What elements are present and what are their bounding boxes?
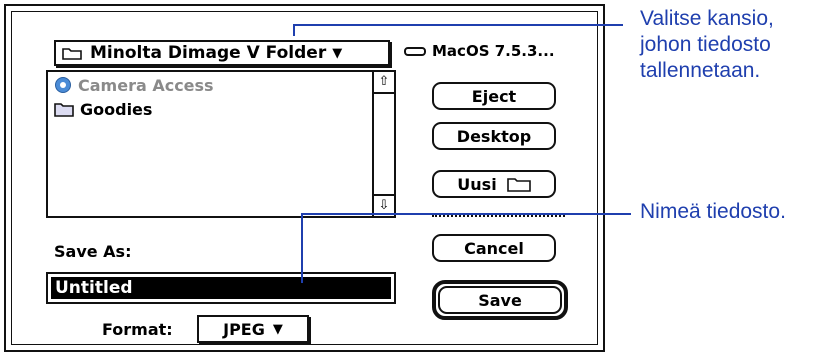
list-item[interactable]: Goodies [54, 98, 152, 120]
desktop-button-label: Desktop [456, 126, 532, 146]
folder-callout-leader [293, 24, 623, 26]
name-callout-leader-stub [301, 213, 303, 283]
name-callout: Nimeä tiedosto. [640, 200, 786, 223]
format-value: JPEG [223, 319, 265, 339]
new-folder-button[interactable]: Uusi [432, 170, 556, 198]
scroll-up-icon[interactable]: ⇧ [374, 72, 394, 94]
folder-popup-label: Minolta Dimage V Folder [90, 43, 327, 63]
chevron-down-icon: ▼ [272, 321, 283, 337]
folder-icon [506, 178, 531, 192]
list-item-label: Goodies [80, 99, 153, 119]
file-list[interactable]: Camera Access Goodies ⇧ ⇩ [46, 70, 396, 218]
format-popup[interactable]: JPEG ▼ [197, 315, 309, 343]
filename-input[interactable]: Untitled [46, 272, 396, 304]
disk-indicator: MacOS 7.5.3... [404, 42, 555, 60]
cancel-button-label: Cancel [464, 238, 524, 258]
list-item[interactable]: Camera Access [54, 74, 214, 96]
save-dialog: Minolta Dimage V Folder ▼ MacOS 7.5.3...… [4, 4, 605, 352]
new-folder-button-label: Uusi [457, 174, 497, 194]
name-callout-leader [301, 213, 631, 215]
filename-value[interactable]: Untitled [51, 277, 391, 299]
folder-callout-line-3: tallennetaan. [640, 59, 761, 82]
app-icon [55, 77, 71, 93]
disk-name: MacOS 7.5.3... [432, 42, 555, 60]
chevron-down-icon: ▼ [332, 45, 343, 61]
scrollbar[interactable]: ⇧ ⇩ [372, 72, 394, 216]
save-button-label: Save [478, 290, 522, 310]
save-button[interactable]: Save [438, 286, 562, 314]
folder-popup[interactable]: Minolta Dimage V Folder ▼ [54, 40, 390, 66]
folder-icon [62, 48, 82, 60]
list-item-label: Camera Access [78, 75, 214, 95]
folder-callout-line-1: Valitse kansio, [640, 7, 774, 30]
format-label: Format: [102, 320, 173, 339]
disk-icon [404, 46, 426, 56]
folder-callout-line-2: johon tiedosto [640, 33, 771, 56]
button-divider [432, 215, 565, 217]
cancel-button[interactable]: Cancel [432, 234, 556, 262]
save-as-label: Save As: [54, 242, 132, 261]
folder-callout: Valitse kansio, johon tiedosto tallennet… [640, 6, 774, 84]
eject-button-label: Eject [471, 86, 517, 106]
desktop-button[interactable]: Desktop [432, 122, 556, 150]
eject-button[interactable]: Eject [432, 82, 556, 110]
folder-icon [54, 103, 74, 117]
